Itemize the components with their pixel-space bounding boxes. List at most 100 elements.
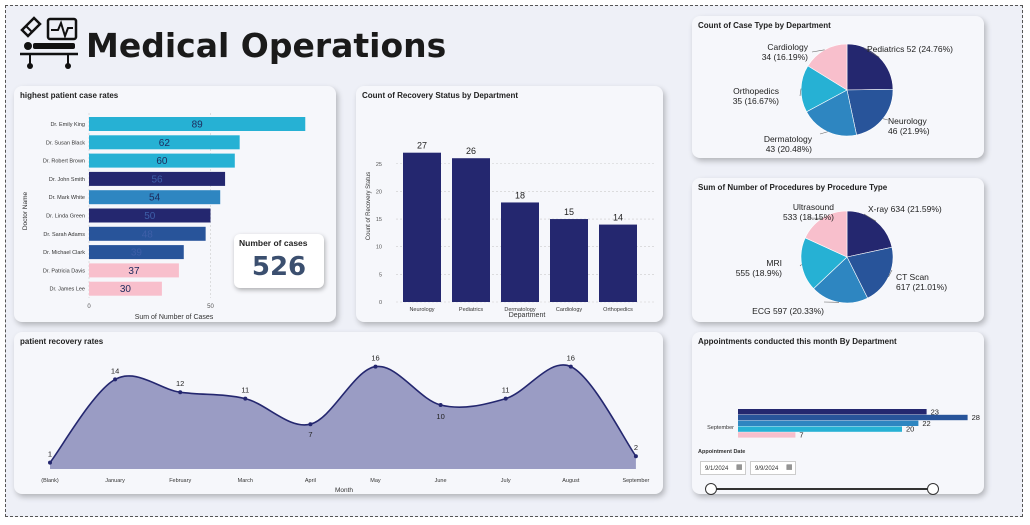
date-slicer[interactable]: Appointment Date 9/1/2024 ▦ 9/9/2024 ▦ bbox=[692, 446, 942, 500]
data-label: 7 bbox=[308, 430, 312, 439]
slice-value-label: 555 (18.9%) bbox=[736, 268, 782, 278]
leader-line bbox=[799, 264, 802, 267]
data-label: 39 bbox=[131, 248, 143, 259]
data-label: 12 bbox=[176, 379, 184, 388]
data-label: 37 bbox=[128, 266, 140, 277]
x-tick-label: 0 bbox=[87, 304, 91, 310]
x-tick-label: 50 bbox=[207, 304, 214, 310]
bar bbox=[738, 414, 968, 421]
data-point bbox=[633, 454, 638, 459]
data-label: 14 bbox=[613, 213, 623, 223]
recovery-dept-title: Count of Recovery Status by Department bbox=[362, 91, 519, 100]
slice-label: Pediatrics 52 (24.76%) bbox=[867, 44, 953, 54]
dashboard-canvas: Medical Operations highest patient case … bbox=[5, 5, 1023, 517]
data-point bbox=[308, 422, 313, 427]
slice-label: X-ray 634 (21.59%) bbox=[868, 204, 942, 214]
data-label: 54 bbox=[149, 193, 161, 204]
bar bbox=[452, 158, 490, 302]
slice-value-label: 35 (16.67%) bbox=[733, 96, 779, 106]
x-tick-label: May bbox=[370, 478, 381, 484]
page-title: Medical Operations bbox=[86, 26, 447, 65]
bar bbox=[403, 152, 441, 302]
bar bbox=[738, 432, 796, 438]
x-axis-title: Department bbox=[509, 312, 546, 319]
data-label: 10 bbox=[436, 412, 444, 421]
kpi-label: Number of cases bbox=[239, 238, 308, 248]
y-tick-label: Dr. Emily King bbox=[50, 122, 85, 128]
x-tick-label: February bbox=[169, 478, 191, 484]
recovery-dept-card: Count of Recovery Status by Department 0… bbox=[356, 86, 663, 322]
procedures-card: Sum of Number of Procedures by Procedure… bbox=[692, 178, 984, 322]
data-point bbox=[503, 396, 508, 401]
x-axis-title: Sum of Number of Cases bbox=[135, 314, 214, 321]
x-tick-label: Neurology bbox=[409, 307, 434, 313]
doctor-cases-title: highest patient case rates bbox=[20, 91, 119, 100]
data-label: 7 bbox=[799, 431, 803, 440]
procedures-title: Sum of Number of Procedures by Procedure… bbox=[698, 183, 888, 192]
y-tick-label: September bbox=[707, 425, 734, 431]
y-tick-label: Dr. James Lee bbox=[50, 287, 85, 293]
data-label: 89 bbox=[192, 120, 204, 131]
data-label: 1 bbox=[48, 450, 52, 459]
data-label: 30 bbox=[120, 284, 132, 295]
y-tick-label: 0 bbox=[379, 300, 382, 306]
slice-value-label: 533 (18.15%) bbox=[783, 212, 834, 222]
data-label: 15 bbox=[564, 207, 574, 217]
medical-bed-icon bbox=[20, 16, 78, 69]
x-tick-label: Orthopedics bbox=[603, 307, 633, 313]
kpi-value: 526 bbox=[251, 252, 307, 282]
slice-value-label: 617 (21.01%) bbox=[896, 282, 947, 292]
bar bbox=[501, 202, 539, 302]
x-tick-label: (Blank) bbox=[41, 478, 59, 484]
slice-value-label: 43 (20.48%) bbox=[766, 144, 812, 154]
slider-start-handle[interactable] bbox=[705, 483, 717, 495]
slice-value-label: 34 (16.19%) bbox=[762, 52, 808, 62]
recovery-dept-chart: 051015202527Neurology26Pediatrics18Derma… bbox=[366, 141, 656, 319]
case-type-pie: Pediatrics 52 (24.76%) Neurology46 (21.9%… bbox=[733, 42, 953, 154]
data-label: 14 bbox=[111, 366, 119, 375]
data-label: 11 bbox=[241, 386, 249, 395]
slice-value-label: 46 (21.9%) bbox=[888, 126, 930, 136]
slicer-label: Appointment Date bbox=[698, 449, 746, 455]
data-label: 56 bbox=[151, 174, 163, 185]
recovery-trend-card: patient recovery rates 1 (Blank) 14 January… bbox=[14, 332, 663, 494]
slice-label: Neurology bbox=[888, 116, 927, 126]
data-label: 62 bbox=[159, 138, 171, 149]
slice-label: CT Scan bbox=[896, 272, 929, 282]
x-tick-label: Pediatrics bbox=[459, 307, 483, 313]
data-label: 20 bbox=[906, 425, 914, 434]
data-point bbox=[438, 403, 443, 407]
slice-label: MRI bbox=[766, 258, 782, 268]
y-tick-label: Dr. Linda Green bbox=[46, 214, 85, 220]
data-label: 48 bbox=[142, 229, 154, 240]
bar bbox=[550, 219, 588, 302]
data-label: 26 bbox=[466, 146, 476, 156]
y-tick-label: Dr. Patricia Davis bbox=[43, 268, 85, 274]
y-tick-label: Dr. Michael Clark bbox=[43, 250, 85, 256]
y-axis-title: Doctor Name bbox=[22, 191, 29, 230]
x-tick-label: March bbox=[238, 478, 253, 484]
y-tick-label: 20 bbox=[376, 189, 382, 195]
calendar-icon[interactable]: ▦ bbox=[736, 463, 743, 471]
data-point bbox=[373, 364, 378, 369]
slice-label: Cardiology bbox=[767, 42, 808, 52]
slider-end-handle[interactable] bbox=[927, 483, 939, 495]
x-tick-label: September bbox=[622, 478, 649, 484]
data-point bbox=[178, 390, 183, 395]
bar bbox=[738, 426, 902, 432]
leader-line bbox=[819, 131, 828, 135]
calendar-icon[interactable]: ▦ bbox=[786, 463, 793, 471]
slider-track[interactable] bbox=[710, 488, 932, 490]
x-tick-label: July bbox=[501, 478, 511, 484]
cases-kpi-card: Number of cases 526 bbox=[234, 234, 324, 288]
case-type-card: Count of Case Type by Department Pediatr… bbox=[692, 16, 984, 158]
y-tick-label: Dr. Sarah Adams bbox=[43, 232, 85, 238]
x-tick-label: June bbox=[435, 478, 447, 484]
data-label: 16 bbox=[371, 354, 379, 363]
y-tick-label: Dr. Robert Brown bbox=[43, 159, 85, 165]
slice-label: ECG 597 (20.33%) bbox=[752, 306, 824, 316]
y-tick-label: 15 bbox=[376, 217, 382, 223]
bar bbox=[738, 409, 927, 415]
data-label: 22 bbox=[922, 419, 930, 428]
y-tick-label: Dr. Susan Black bbox=[46, 140, 85, 146]
